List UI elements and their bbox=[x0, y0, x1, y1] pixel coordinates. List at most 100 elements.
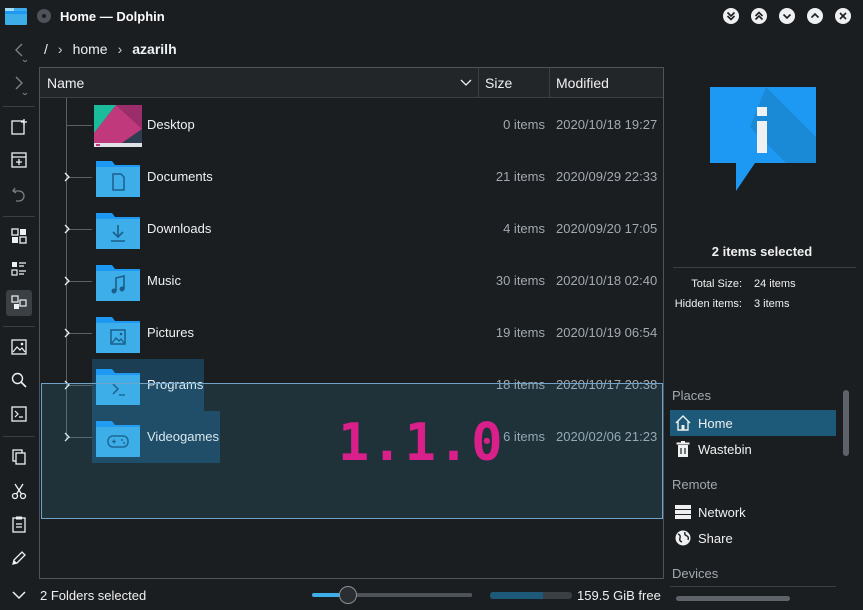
toolbar-separator bbox=[3, 326, 35, 327]
remote-section-header: Remote bbox=[672, 477, 718, 492]
vertical-toolbar bbox=[0, 33, 37, 610]
file-modified: 2020/09/20 17:05 bbox=[556, 221, 658, 236]
column-modified-label: Modified bbox=[556, 75, 609, 91]
forward-button[interactable] bbox=[6, 71, 32, 97]
places-item-label: Home bbox=[698, 415, 733, 431]
sort-chevron-down-icon bbox=[460, 79, 472, 86]
places-item-share[interactable]: Share bbox=[670, 525, 836, 551]
file-size: 30 items bbox=[495, 273, 545, 288]
folder-pictures-icon bbox=[96, 317, 140, 353]
file-size: 19 items bbox=[495, 325, 545, 340]
keep-below-button[interactable] bbox=[723, 8, 739, 24]
places-item-label: Wastebin bbox=[698, 441, 752, 457]
keep-above-button[interactable] bbox=[751, 8, 767, 24]
chevron-right-icon: › bbox=[57, 41, 63, 57]
places-item-home[interactable]: Home bbox=[670, 410, 836, 436]
image-preview-icon bbox=[11, 339, 27, 355]
info-total-size-value: 24 items bbox=[754, 278, 796, 290]
places-item-network[interactable]: Network bbox=[670, 499, 836, 525]
file-modified: 2020/10/18 19:27 bbox=[556, 117, 658, 132]
file-row[interactable]: Downloads 4 items 2020/09/20 17:05 bbox=[40, 203, 663, 255]
new-window-button[interactable] bbox=[6, 114, 32, 140]
minimize-button[interactable] bbox=[779, 8, 795, 24]
file-row[interactable]: Documents 21 items 2020/09/29 22:33 bbox=[40, 151, 663, 203]
devices-section-header: Devices bbox=[672, 566, 719, 581]
scissors-icon bbox=[11, 483, 27, 500]
undo-icon bbox=[12, 187, 25, 202]
info-hidden-items-value: 3 items bbox=[754, 298, 790, 310]
file-row[interactable]: Desktop 0 items 2020/10/18 19:27 bbox=[40, 99, 663, 151]
folder-documents-icon bbox=[96, 161, 140, 197]
compact-view-button[interactable] bbox=[6, 256, 32, 282]
chevron-right-icon: › bbox=[117, 41, 123, 57]
breadcrumb: / › home › azarilh bbox=[40, 36, 177, 62]
status-text: 2 Folders selected bbox=[40, 588, 147, 603]
back-button[interactable] bbox=[6, 38, 32, 64]
close-icon bbox=[839, 12, 847, 20]
places-panel: Places Home Wastebin Remote Network Shar… bbox=[668, 385, 838, 587]
new-tab-icon bbox=[11, 152, 27, 168]
file-name: Music bbox=[147, 273, 181, 288]
chevron-up-icon bbox=[810, 12, 820, 19]
search-button[interactable] bbox=[6, 367, 32, 393]
tree-branch bbox=[66, 125, 92, 126]
horizontal-scrollbar[interactable] bbox=[676, 596, 790, 601]
network-icon bbox=[674, 503, 692, 521]
free-space-bar-fill bbox=[490, 592, 544, 599]
details-view-button[interactable] bbox=[6, 290, 32, 316]
breadcrumb-item-current[interactable]: azarilh bbox=[132, 41, 176, 57]
copy-button[interactable] bbox=[6, 444, 32, 470]
back-arrow-icon bbox=[15, 43, 27, 62]
places-item-wastebin[interactable]: Wastebin bbox=[670, 436, 836, 462]
pencil-icon bbox=[12, 551, 26, 565]
expand-chevron-icon[interactable] bbox=[62, 223, 74, 235]
places-scrollbar[interactable] bbox=[843, 390, 849, 456]
expand-chevron-icon[interactable] bbox=[62, 275, 74, 287]
free-space-bar bbox=[490, 592, 572, 599]
terminal-button[interactable] bbox=[6, 401, 32, 427]
version-overlay-text: 1.1.0 bbox=[338, 413, 505, 473]
cut-button[interactable] bbox=[6, 478, 32, 504]
places-section-header: Places bbox=[672, 388, 712, 403]
rename-button[interactable] bbox=[6, 545, 32, 571]
places-item-label: Network bbox=[698, 504, 746, 520]
column-size[interactable]: Size bbox=[478, 68, 550, 98]
maximize-button[interactable] bbox=[807, 8, 823, 24]
file-modified: 2020/10/18 02:40 bbox=[556, 273, 658, 288]
new-window-icon bbox=[11, 119, 27, 135]
double-chevron-down-icon bbox=[726, 11, 736, 21]
info-hidden-items-label: Hidden items: bbox=[674, 298, 742, 310]
window-menu-button[interactable] bbox=[37, 9, 51, 23]
column-name[interactable]: Name bbox=[40, 68, 478, 98]
paste-button[interactable] bbox=[6, 511, 32, 537]
column-modified[interactable]: Modified bbox=[549, 68, 663, 98]
file-row[interactable]: Music 30 items 2020/10/18 02:40 bbox=[40, 255, 663, 307]
desktop-thumbnail-icon bbox=[94, 105, 142, 147]
free-space-text: 159.5 GiB free bbox=[577, 588, 661, 603]
expand-chevron-icon[interactable] bbox=[62, 171, 74, 183]
expand-chevron-icon[interactable] bbox=[62, 327, 74, 339]
file-name: Downloads bbox=[147, 221, 212, 236]
trash-icon bbox=[674, 440, 692, 458]
zoom-slider-handle[interactable] bbox=[339, 586, 357, 604]
undo-button[interactable] bbox=[6, 181, 32, 207]
preview-button[interactable] bbox=[6, 334, 32, 360]
file-row[interactable]: Pictures 19 items 2020/10/19 06:54 bbox=[40, 307, 663, 359]
column-header: Name Size Modified bbox=[40, 68, 663, 98]
file-size: 21 items bbox=[495, 169, 545, 184]
terminal-icon bbox=[11, 406, 27, 422]
folder-download-icon bbox=[96, 213, 140, 249]
file-name: Desktop bbox=[147, 117, 195, 132]
icons-view-button[interactable] bbox=[6, 223, 32, 249]
chevron-down-icon bbox=[782, 13, 792, 20]
copy-icon bbox=[12, 449, 26, 465]
file-view[interactable]: Name Size Modified Desktop 0 items 2020/… bbox=[39, 67, 664, 579]
breadcrumb-item-home[interactable]: home bbox=[73, 41, 108, 57]
file-size: 0 items bbox=[503, 117, 545, 132]
new-tab-button[interactable] bbox=[6, 147, 32, 173]
clipboard-icon bbox=[12, 516, 26, 533]
column-name-label: Name bbox=[47, 75, 85, 91]
breadcrumb-root[interactable]: / bbox=[44, 41, 48, 57]
close-button[interactable] bbox=[835, 8, 851, 24]
icons-view-icon bbox=[11, 228, 27, 244]
